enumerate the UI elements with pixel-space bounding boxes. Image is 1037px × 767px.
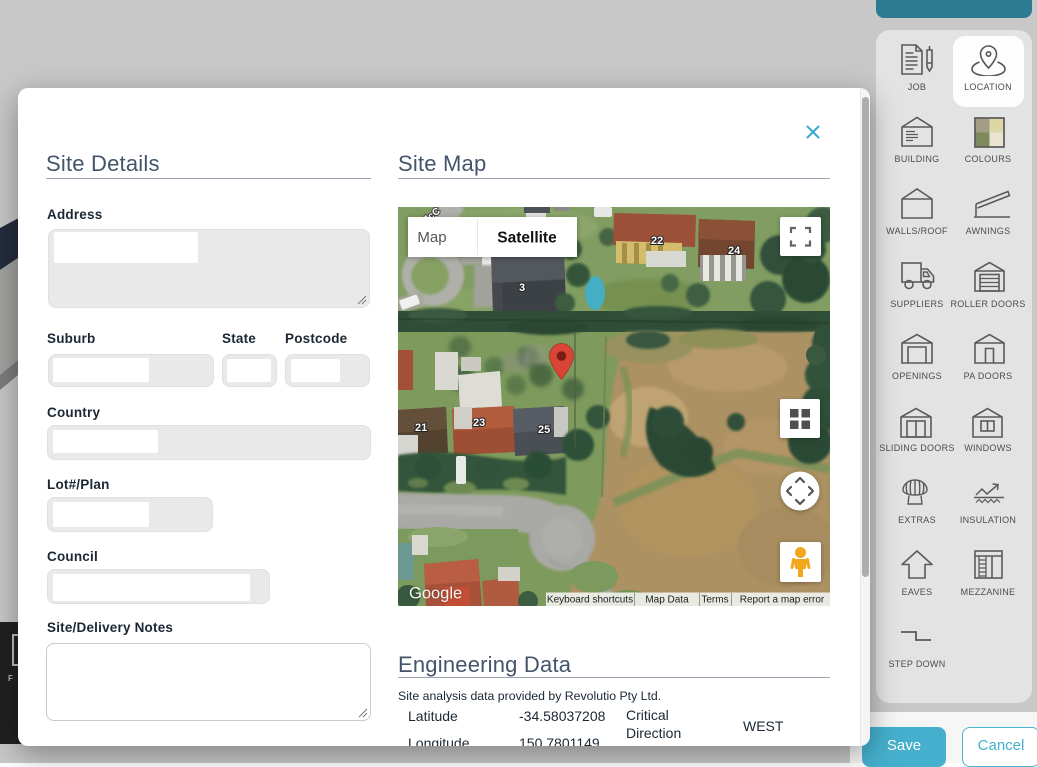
svg-text:22: 22 (651, 235, 663, 247)
svg-text:Terms: Terms (701, 595, 728, 606)
svg-text:Keyboard shortcuts: Keyboard shortcuts (547, 595, 633, 606)
svg-text:Google: Google (409, 585, 462, 603)
svg-text:Report a map error: Report a map error (740, 595, 825, 606)
svg-text:Map: Map (417, 229, 446, 246)
svg-text:21: 21 (415, 422, 427, 434)
svg-text:24: 24 (728, 245, 741, 257)
svg-text:Satellite: Satellite (497, 230, 557, 247)
svg-text:23: 23 (473, 417, 485, 429)
svg-text:3: 3 (519, 282, 525, 294)
svg-text:Map Data: Map Data (645, 595, 689, 606)
svg-text:25: 25 (538, 424, 550, 436)
